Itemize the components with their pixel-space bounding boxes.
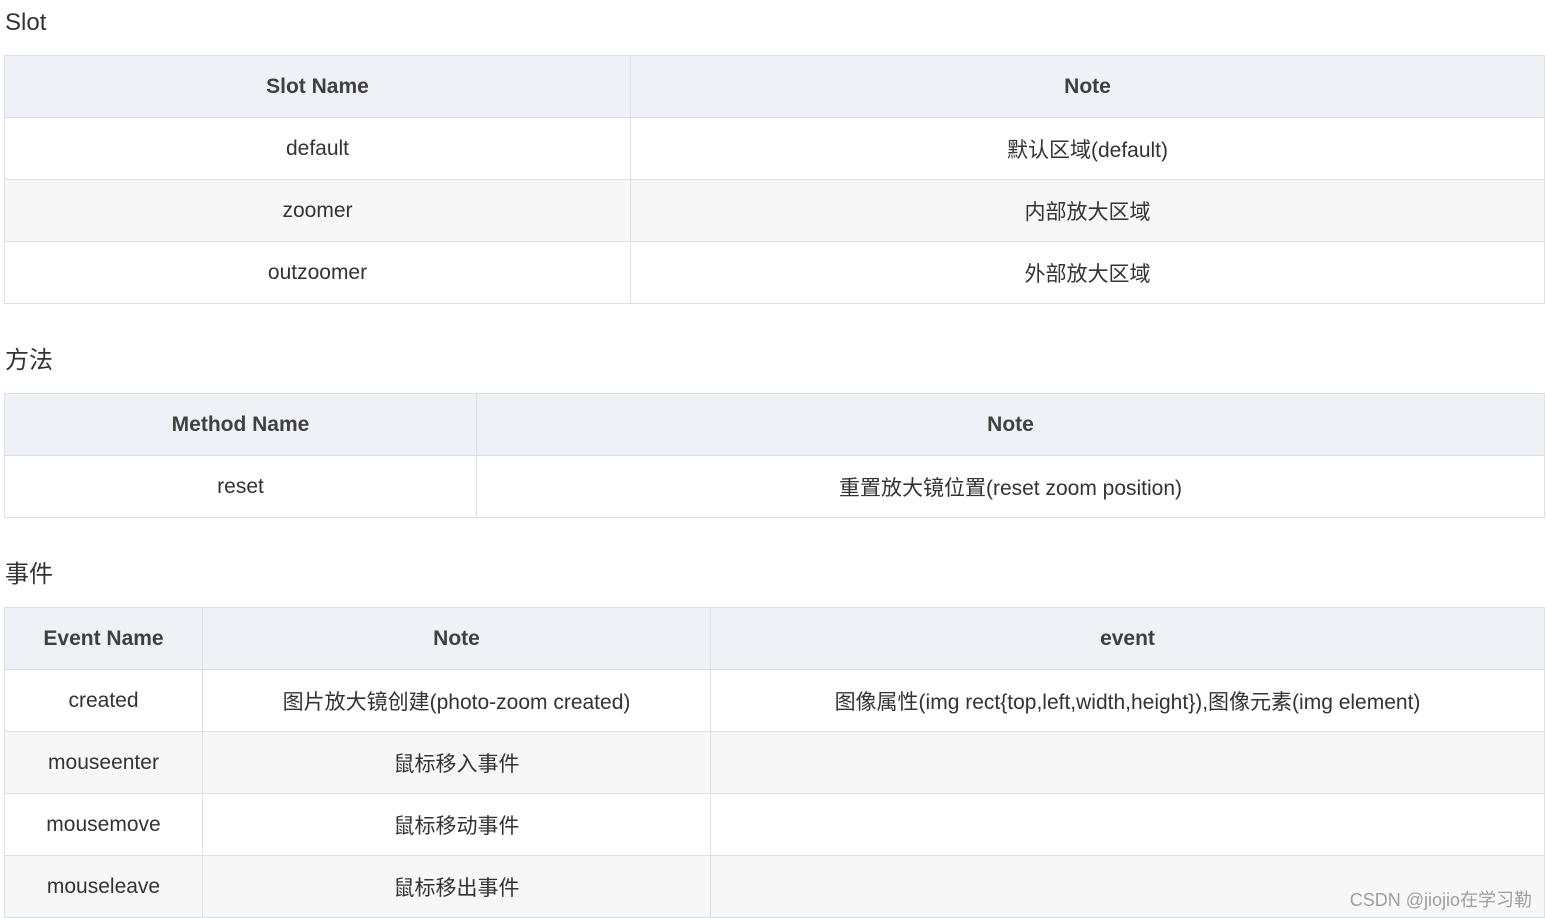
note-cell: 鼠标移出事件 [202,855,711,918]
watermark-text: CSDN @jiojio在学习勒 [1349,890,1532,910]
table-row: mousemove 鼠标移动事件 [4,793,1545,856]
table-header-row: Slot Name Note [4,55,1545,118]
methods-section-title: 方法 [5,347,53,374]
table-header-row: Event Name Note event [4,607,1545,670]
slot-name-cell: default [4,117,631,180]
table-row: mouseleave 鼠标移出事件 [4,855,1545,918]
slot-name-cell: outzoomer [4,241,631,304]
table-header-row: Method Name Note [4,393,1545,456]
event-name-cell: mouseleave [4,855,203,918]
slot-section-title: Slot [5,9,47,36]
note-cell: 重置放大镜位置(reset zoom position) [476,455,1545,518]
events-table: Event Name Note event created 图片放大镜创建(ph… [4,607,1545,918]
event-cell [710,731,1545,794]
methods-table: Method Name Note reset 重置放大镜位置(reset zoo… [4,393,1545,518]
table-row: default 默认区域(default) [4,117,1545,180]
event-name-cell: mousemove [4,793,203,856]
event-name-cell: created [4,669,203,732]
slot-name-cell: zoomer [4,179,631,242]
events-section-title: 事件 [5,561,53,588]
column-header: Method Name [4,393,477,456]
column-header: Event Name [4,607,203,670]
note-cell: 鼠标移入事件 [202,731,711,794]
note-cell: 鼠标移动事件 [202,793,711,856]
event-cell [710,793,1545,856]
note-cell: 图片放大镜创建(photo-zoom created) [202,669,711,732]
table-row: created 图片放大镜创建(photo-zoom created) 图像属性… [4,669,1545,732]
event-name-cell: mouseenter [4,731,203,794]
slot-table: Slot Name Note default 默认区域(default) zoo… [4,55,1545,304]
note-cell: 外部放大区域 [630,241,1545,304]
column-header: Note [202,607,711,670]
table-row: mouseenter 鼠标移入事件 [4,731,1545,794]
column-header: event [710,607,1545,670]
table-row: outzoomer 外部放大区域 [4,241,1545,304]
column-header: Slot Name [4,55,631,118]
note-cell: 默认区域(default) [630,117,1545,180]
note-cell: 内部放大区域 [630,179,1545,242]
event-cell: 图像属性(img rect{top,left,width,height}),图像… [710,669,1545,732]
method-name-cell: reset [4,455,477,518]
column-header: Note [630,55,1545,118]
table-row: zoomer 内部放大区域 [4,179,1545,242]
table-row: reset 重置放大镜位置(reset zoom position) [4,455,1545,518]
column-header: Note [476,393,1545,456]
